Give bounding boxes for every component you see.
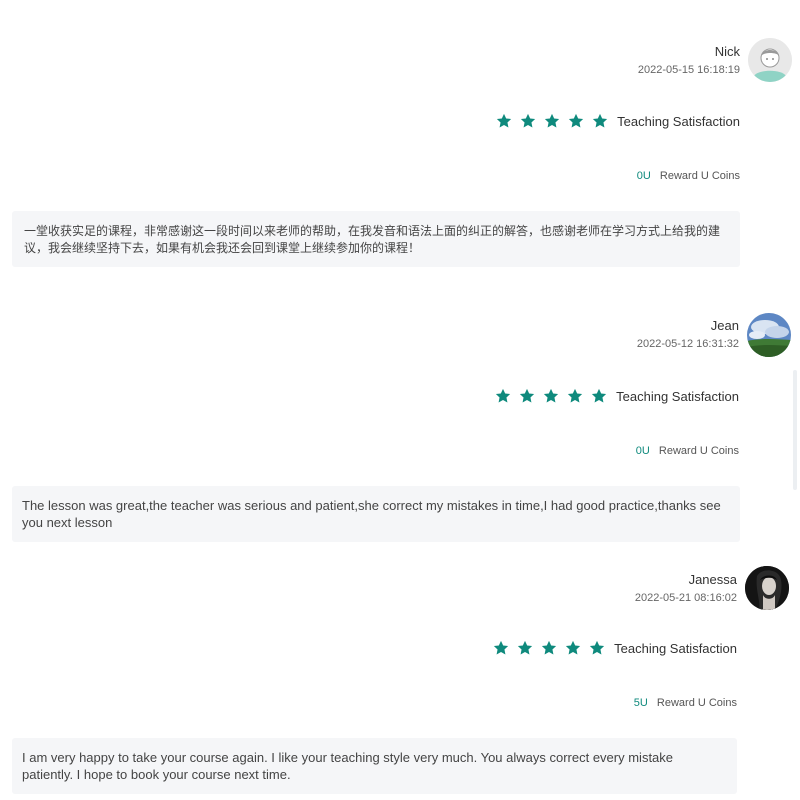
star-rating bbox=[494, 387, 608, 405]
rating-row: Teaching Satisfaction bbox=[492, 639, 737, 657]
rating-row: Teaching Satisfaction bbox=[494, 387, 739, 405]
star-icon bbox=[568, 388, 583, 403]
star-icon bbox=[593, 113, 608, 128]
portrait-photo-avatar-icon bbox=[745, 566, 789, 610]
review-date: 2022-05-12 16:31:32 bbox=[636, 338, 739, 350]
star-icon bbox=[545, 113, 560, 128]
user-avatar[interactable] bbox=[745, 566, 789, 610]
reward-coins: 5U Reward U Coins bbox=[634, 697, 737, 709]
reward-coins: 0U Reward U Coins bbox=[636, 445, 739, 457]
star-icon bbox=[518, 640, 533, 655]
star-rating bbox=[495, 112, 609, 130]
coins-label: Reward U Coins bbox=[658, 445, 739, 457]
star-icon bbox=[497, 113, 512, 128]
coins-amount: 5U bbox=[633, 697, 648, 709]
star-icon bbox=[542, 640, 557, 655]
coins-amount: 0U bbox=[636, 170, 651, 182]
reviewer-name: Janessa bbox=[688, 572, 737, 587]
rating-label: Teaching Satisfaction bbox=[614, 640, 737, 656]
star-icon bbox=[544, 388, 559, 403]
review-date: 2022-05-21 08:16:02 bbox=[634, 592, 737, 604]
star-icon bbox=[592, 388, 607, 403]
coins-label: Reward U Coins bbox=[656, 697, 737, 709]
review-comment: 一堂收获实足的课程，非常感谢这一段时间以来老师的帮助，在我发音和语法上面的纠正的… bbox=[12, 211, 740, 267]
default-user-avatar-icon bbox=[748, 38, 792, 82]
reviewer-name: Nick bbox=[714, 44, 740, 59]
user-avatar[interactable] bbox=[747, 313, 791, 357]
rating-label: Teaching Satisfaction bbox=[616, 388, 739, 404]
user-avatar[interactable] bbox=[748, 38, 792, 82]
star-icon bbox=[590, 640, 605, 655]
coins-amount: 0U bbox=[635, 445, 650, 457]
star-icon bbox=[496, 388, 511, 403]
star-icon bbox=[520, 388, 535, 403]
star-icon bbox=[521, 113, 536, 128]
rating-row: Teaching Satisfaction bbox=[495, 112, 740, 130]
star-icon bbox=[566, 640, 581, 655]
coins-label: Reward U Coins bbox=[659, 170, 740, 182]
landscape-photo-avatar-icon bbox=[747, 313, 791, 357]
review-comment: I am very happy to take your course agai… bbox=[12, 738, 737, 794]
reviewer-name: Jean bbox=[710, 318, 739, 333]
scrollbar[interactable] bbox=[793, 370, 797, 490]
review-date: 2022-05-15 16:18:19 bbox=[637, 64, 740, 76]
rating-label: Teaching Satisfaction bbox=[617, 113, 740, 129]
review-comment: The lesson was great,the teacher was ser… bbox=[12, 486, 740, 542]
star-rating bbox=[492, 639, 606, 657]
star-icon bbox=[569, 113, 584, 128]
reward-coins: 0U Reward U Coins bbox=[637, 170, 740, 182]
star-icon bbox=[494, 640, 509, 655]
